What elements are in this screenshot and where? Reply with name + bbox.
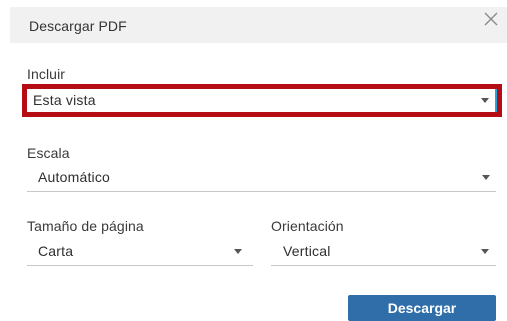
download-button[interactable]: Descargar xyxy=(348,295,496,321)
orientation-select[interactable]: Vertical xyxy=(271,239,496,266)
close-icon[interactable] xyxy=(482,10,500,28)
include-select-focus-bar xyxy=(27,89,497,112)
dialog-header: Descargar PDF xyxy=(10,7,507,43)
scale-select-value: Automático xyxy=(38,169,111,185)
chevron-down-icon xyxy=(481,249,489,254)
chevron-down-icon xyxy=(482,175,490,180)
orientation-select-value: Vertical xyxy=(283,243,331,259)
scale-select[interactable]: Automático xyxy=(27,165,496,192)
download-pdf-dialog: Descargar PDF Incluir Esta vista Escala … xyxy=(0,0,507,321)
scale-label: Escala xyxy=(27,145,70,161)
page-size-select[interactable]: Carta xyxy=(27,239,253,266)
include-label: Incluir xyxy=(27,66,66,82)
chevron-down-icon xyxy=(481,98,489,103)
include-select-value: Esta vista xyxy=(33,92,96,108)
dialog-title: Descargar PDF xyxy=(29,18,127,34)
page-size-select-value: Carta xyxy=(38,243,74,259)
orientation-label: Orientación xyxy=(271,218,344,234)
page-size-label: Tamaño de página xyxy=(27,218,144,234)
chevron-down-icon xyxy=(234,249,242,254)
include-select[interactable]: Esta vista xyxy=(22,84,502,117)
